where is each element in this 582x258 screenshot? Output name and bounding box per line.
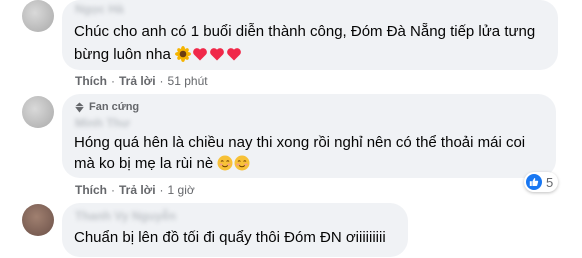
fan-badge[interactable]: Fan cứng xyxy=(74,101,139,113)
reply-link[interactable]: Trả lời xyxy=(119,74,156,88)
comment-bubble: Ngọc Hà Chúc cho anh có 1 buổi diễn thàn… xyxy=(62,0,558,70)
comment-bubble: Fan cứng Minh Thư Hóng quá hên là chiều … xyxy=(62,94,556,178)
smile-icon xyxy=(234,155,250,179)
comment-actions: Thích · Trả lời · 1 giờ xyxy=(75,183,195,197)
comment-author[interactable]: Minh Thư xyxy=(75,116,130,130)
comment-text-line-1: Chuẩn bị lên đồ tối đi quẩy thôi Đóm ĐN … xyxy=(74,229,386,246)
like-link[interactable]: Thích xyxy=(75,74,107,88)
fan-badge-label: Fan cứng xyxy=(89,101,140,113)
heart-icon xyxy=(226,46,242,70)
comment-time[interactable]: 51 phút xyxy=(168,74,208,88)
reaction-summary[interactable]: 5 xyxy=(524,172,559,192)
like-reaction-icon xyxy=(526,174,542,190)
comment-text-line-2-wrap: bừng luôn nha xyxy=(74,43,243,70)
comment-text-line-2: mà ko bị mẹ la rùi nè xyxy=(74,155,214,172)
comment-time[interactable]: 1 giờ xyxy=(168,183,195,197)
sunflower-icon xyxy=(174,46,191,70)
comment-text-line-2-wrap: mà ko bị mẹ la rùi nè xyxy=(74,152,251,179)
comment-text-line-1: Chúc cho anh có 1 buổi diễn thành công, … xyxy=(74,23,536,40)
comment-author[interactable]: Thanh Vy Nguyễn xyxy=(75,209,176,223)
comment-text-line-2: bừng luôn nha xyxy=(74,46,171,63)
reaction-count: 5 xyxy=(546,174,554,190)
fan-badge-icon xyxy=(74,101,85,113)
like-link[interactable]: Thích xyxy=(75,183,107,197)
comment-author[interactable]: Ngọc Hà xyxy=(75,2,124,16)
smile-icon xyxy=(217,155,233,179)
heart-icon xyxy=(192,46,208,70)
avatar[interactable] xyxy=(22,96,54,128)
comment-bubble: Thanh Vy Nguyễn Chuẩn bị lên đồ tối đi q… xyxy=(62,203,408,257)
avatar[interactable] xyxy=(22,0,54,32)
reply-link[interactable]: Trả lời xyxy=(119,183,156,197)
avatar[interactable] xyxy=(22,204,54,236)
comment-actions: Thích · Trả lời · 51 phút xyxy=(75,74,208,88)
heart-icon xyxy=(209,46,225,70)
